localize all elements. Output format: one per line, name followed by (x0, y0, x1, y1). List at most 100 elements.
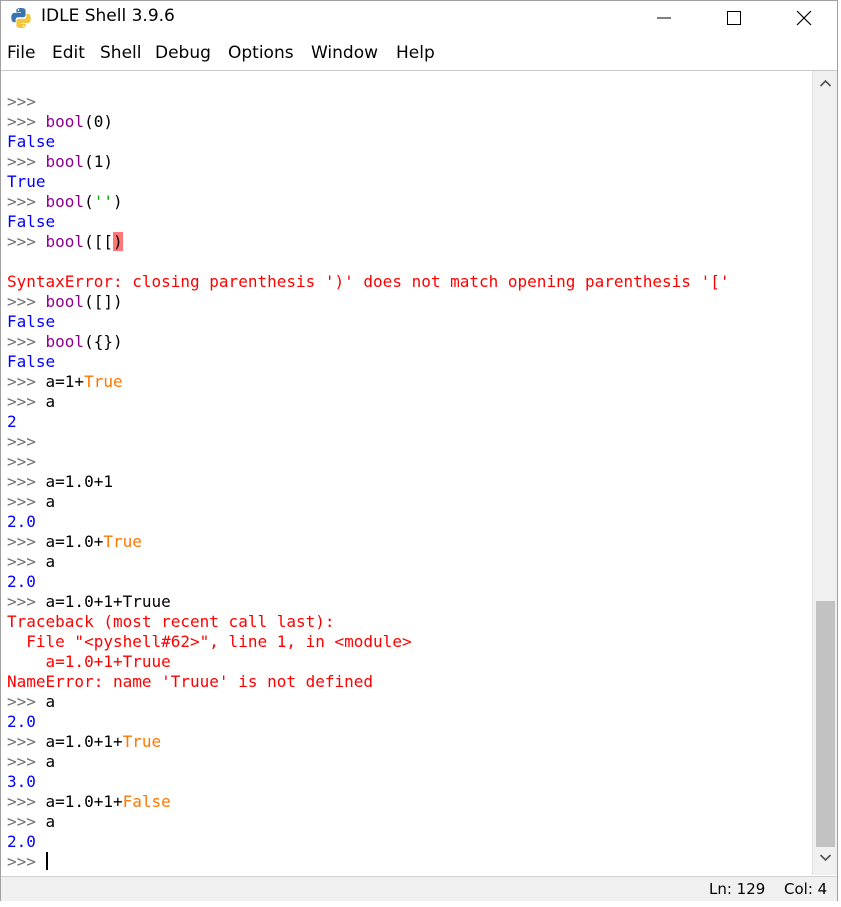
shell-text: a=1.0+1+Truue (7, 652, 171, 671)
shell-line: >>> bool(1) (7, 152, 113, 172)
scroll-thumb[interactable] (816, 601, 835, 847)
shell-text: bool (45, 192, 85, 211)
shell-line: >>> a (7, 692, 55, 712)
shell-prompt: >>> (7, 192, 46, 211)
shell-line: 2.0 (7, 512, 36, 532)
shell-line: >>> a=1.0+True (7, 532, 142, 552)
shell-line: >>> a=1+True (7, 372, 123, 392)
vertical-scrollbar[interactable] (812, 71, 837, 875)
shell-prompt: >>> (7, 152, 46, 171)
line-number-status: Ln: 129 (709, 880, 766, 898)
shell-line: >>> a (7, 392, 55, 412)
shell-text: True (7, 172, 46, 191)
close-button[interactable] (781, 1, 827, 33)
shell-line: >>> a (7, 492, 55, 512)
shell-text: bool (45, 112, 85, 131)
shell-text: SyntaxError: closing parenthesis ')' doe… (7, 272, 730, 291)
shell-line: 2.0 (7, 832, 36, 852)
shell-prompt: >>> (7, 372, 46, 391)
menu-help[interactable]: Help (396, 43, 435, 63)
shell-text: a (45, 392, 56, 411)
shell-text: 2.0 (7, 712, 36, 731)
shell-line: >>> bool(0) (7, 112, 113, 132)
shell-line: >>> a (7, 812, 55, 832)
shell-text: bool (45, 332, 85, 351)
shell-line: False (7, 212, 55, 232)
shell-prompt: >>> (7, 472, 46, 491)
menu-file[interactable]: File (7, 43, 35, 63)
shell-line: >>> a (7, 552, 55, 572)
maximize-button[interactable] (711, 1, 757, 33)
shell-text: bool (45, 232, 85, 251)
shell-line: 3.0 (7, 772, 36, 792)
shell-text: a=1.0+1+ (45, 732, 123, 751)
shell-text: bool (45, 292, 85, 311)
shell-text: ([[ (84, 232, 113, 251)
shell-line: 2 (7, 412, 17, 432)
menu-options[interactable]: Options (228, 43, 294, 63)
shell-text: False (122, 792, 171, 811)
shell-line: Traceback (most recent call last): (7, 612, 335, 632)
shell-line: >>> a=1.0+1+False (7, 792, 171, 812)
shell-text: a (45, 492, 56, 511)
shell-line: False (7, 352, 55, 372)
idle-shell-window: IDLE Shell 3.9.6 File Edit Shell Debug O… (0, 0, 838, 901)
shell-prompt: >>> (7, 692, 46, 711)
menu-debug[interactable]: Debug (155, 43, 211, 63)
shell-line: SyntaxError: closing parenthesis ')' doe… (7, 272, 729, 292)
shell-line: 2.0 (7, 572, 36, 592)
menu-bar: File Edit Shell Debug Options Window Hel… (1, 39, 837, 69)
shell-text: bool (45, 152, 85, 171)
shell-prompt: >>> (7, 112, 46, 131)
scroll-down-icon[interactable] (819, 851, 832, 864)
shell-text: a=1.0+ (45, 532, 104, 551)
minimize-button[interactable] (641, 1, 687, 33)
menu-shell[interactable]: Shell (100, 43, 141, 63)
shell-text: True (84, 372, 123, 391)
shell-prompt: >>> (7, 552, 46, 571)
shell-text: a (45, 552, 56, 571)
shell-prompt: >>> (7, 232, 46, 251)
menu-window[interactable]: Window (311, 43, 378, 63)
shell-text: 3.0 (7, 772, 36, 791)
title-bar[interactable]: IDLE Shell 3.9.6 (1, 1, 837, 35)
shell-prompt: >>> (7, 792, 46, 811)
shell-text: a (45, 752, 56, 771)
shell-text: a (45, 692, 56, 711)
shell-line: >>> bool({}) (7, 332, 123, 352)
shell-text: ({}) (84, 332, 123, 351)
shell-line: >>> (7, 852, 48, 872)
shell-text: a=1+ (45, 372, 85, 391)
menu-edit[interactable]: Edit (52, 43, 85, 63)
shell-text: a (45, 812, 56, 831)
shell-text: 2.0 (7, 572, 36, 591)
shell-text: ) (112, 232, 123, 251)
shell-prompt: >>> (7, 492, 46, 511)
shell-text: '' (93, 192, 113, 211)
shell-text: ) (112, 192, 123, 211)
maximize-icon (727, 11, 741, 25)
shell-text: ([]) (84, 292, 123, 311)
shell-text: Traceback (most recent call last): (7, 612, 335, 631)
shell-line: False (7, 132, 55, 152)
shell-line: >>> a=1.0+1+True (7, 732, 161, 752)
shell-text: a=1.0+1 (45, 472, 113, 491)
shell-text-area[interactable]: >>> >>> bool(0) False >>> bool(1) True >>> bo… (1, 71, 811, 875)
shell-line: >>> (7, 432, 36, 452)
shell-line: a=1.0+1+Truue (7, 652, 171, 672)
shell-text: NameError: name 'Truue' is not defined (7, 672, 374, 691)
shell-line: NameError: name 'Truue' is not defined (7, 672, 373, 692)
shell-prompt: >>> (7, 852, 46, 871)
shell-prompt: >>> (7, 812, 46, 831)
shell-text: a=1.0+1+ (45, 792, 123, 811)
shell-line: True (7, 172, 46, 192)
scroll-up-icon[interactable] (819, 77, 832, 90)
shell-line: >>> bool([[) (7, 232, 123, 252)
shell-text: ( (84, 192, 94, 211)
shell-prompt: >>> (7, 732, 46, 751)
shell-prompt: >>> (7, 432, 36, 451)
python-icon (11, 8, 31, 28)
shell-prompt: >>> (7, 452, 36, 471)
shell-text: True (122, 732, 162, 751)
shell-text: True (103, 532, 142, 551)
